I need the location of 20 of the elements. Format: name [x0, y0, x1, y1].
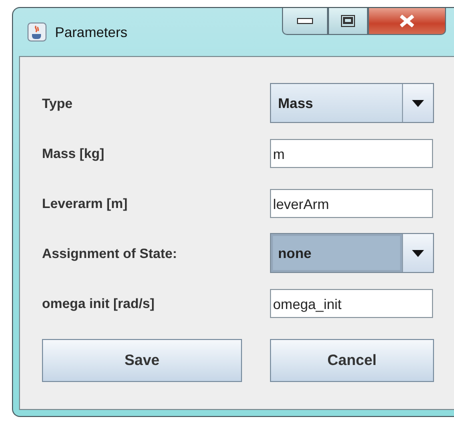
field-label: Assignment of State: [42, 244, 178, 263]
window-title: Parameters [55, 24, 128, 40]
minimize-icon [297, 18, 313, 24]
maximize-icon [341, 15, 355, 27]
close-button[interactable] [368, 8, 446, 35]
minimize-button[interactable] [282, 8, 328, 35]
field-label: Leverarm [m] [42, 194, 129, 213]
save-button[interactable]: Save [42, 339, 242, 382]
dropdown[interactable]: none [270, 233, 434, 273]
input-field[interactable]: leverArm [270, 188, 433, 218]
dropdown[interactable]: Mass [270, 83, 434, 123]
cup-icon [27, 22, 47, 42]
maximize-button[interactable] [328, 8, 368, 35]
field-label: omega init [rad/s] [42, 294, 156, 313]
cancel-button[interactable]: Cancel [270, 339, 434, 382]
field-label: Type [42, 94, 74, 113]
input-field[interactable]: m [270, 138, 433, 168]
close-icon [399, 14, 415, 28]
input-field[interactable]: omega_init [270, 288, 433, 318]
field-label: Mass [kg] [42, 144, 106, 163]
